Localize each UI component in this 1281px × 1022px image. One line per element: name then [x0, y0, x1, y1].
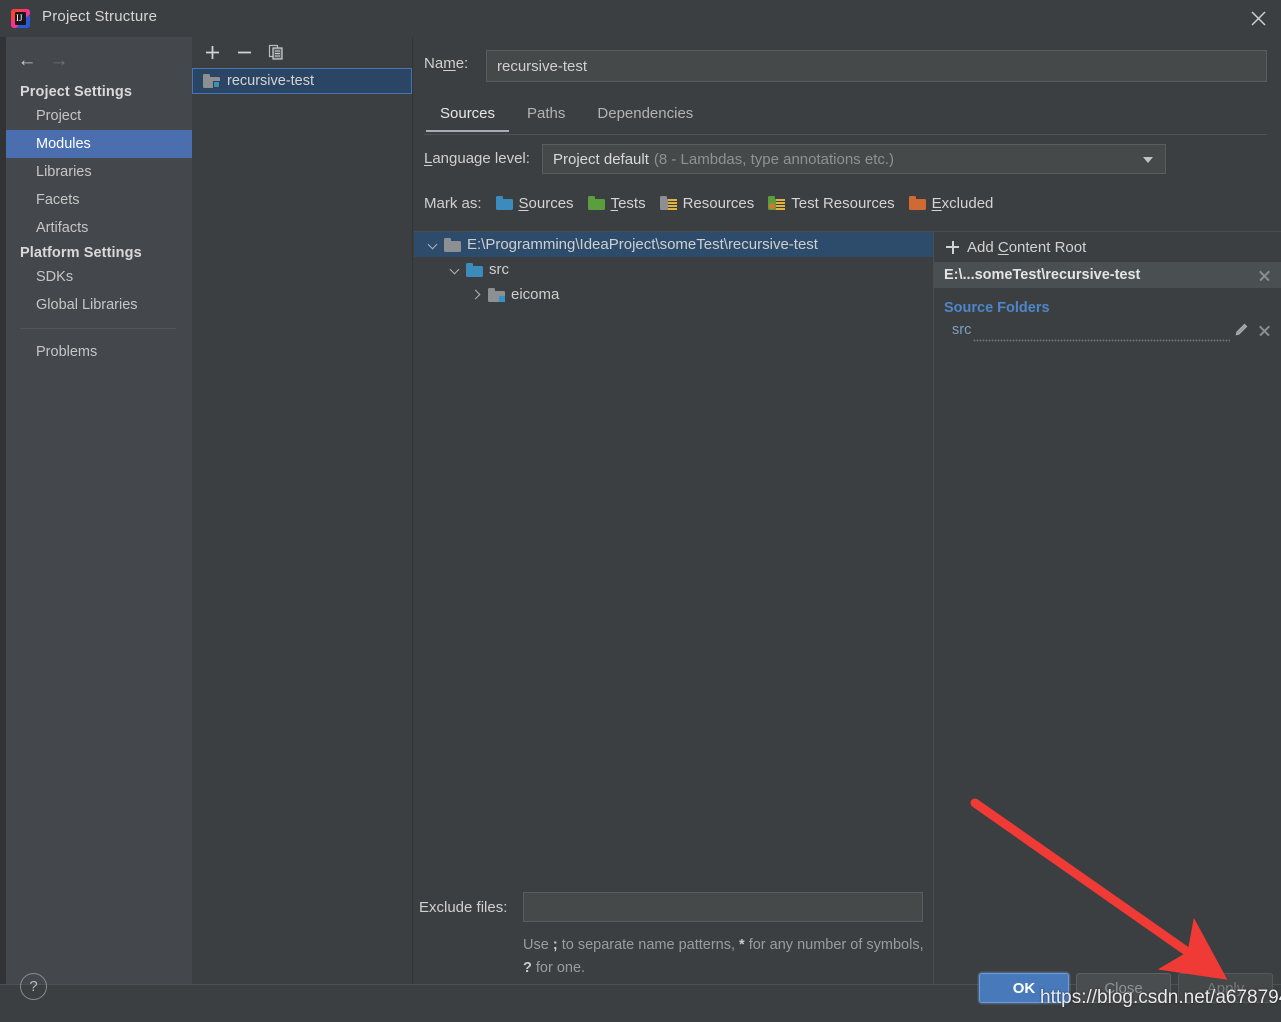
editor-tabs: Sources Paths Dependencies	[424, 103, 1267, 135]
chevron-right-icon[interactable]	[470, 288, 484, 302]
folder-tests-icon	[587, 196, 605, 210]
plus-icon[interactable]	[198, 38, 226, 66]
arrow-left-icon[interactable]: ←	[12, 47, 42, 73]
folder-resources-icon	[659, 196, 677, 210]
sidebar-item-problems[interactable]: Problems	[6, 338, 192, 366]
sidebar-section-project-settings: Project Settings	[20, 84, 132, 100]
sidebar-item-artifacts[interactable]: Artifacts	[6, 214, 192, 242]
chevron-down-icon[interactable]	[448, 263, 462, 277]
sidebar-item-project[interactable]: Project	[6, 102, 192, 130]
modules-toolbar	[192, 37, 412, 67]
folder-content-root-icon	[444, 237, 461, 252]
intellij-idea-logo: IJ	[11, 9, 30, 28]
folder-package-icon	[488, 287, 505, 302]
project-structure-dialog: IJ Project Structure ← → Project Setting…	[0, 0, 1281, 1022]
module-editor: Name: recursive-test Sources Paths Depen…	[414, 37, 1281, 984]
mark-as-test-resources-button[interactable]: Test Resources	[768, 194, 895, 212]
tree-row[interactable]: E:\Programming\IdeaProject\someTest\recu…	[414, 232, 933, 257]
language-level-detail: (8 - Lambdas, type annotations etc.)	[653, 150, 895, 168]
language-level-label: Language level:	[424, 150, 530, 167]
mark-as-label: Mark as:	[424, 194, 482, 212]
exclude-files-hint: Use ; to separate name patterns, * for a…	[523, 934, 933, 980]
title-bar: IJ Project Structure	[0, 0, 1281, 37]
chevron-down-icon	[1143, 157, 1153, 163]
copy-icon[interactable]	[262, 38, 290, 66]
module-item-label: recursive-test	[227, 73, 315, 89]
dotted-leader	[973, 332, 1230, 342]
mark-as-test-resources-label: Test Resources	[791, 194, 895, 212]
name-input[interactable]: recursive-test	[486, 50, 1267, 82]
mark-as-row: Mark as: Sources Tests Resources Test Re…	[414, 187, 1281, 219]
sidebar-item-sdks[interactable]: SDKs	[6, 263, 192, 291]
tree-row-label: src	[489, 261, 509, 278]
language-level-select[interactable]: Project default (8 - Lambdas, type annot…	[542, 144, 1166, 174]
folder-sources-icon	[495, 196, 513, 210]
source-folder-label: src	[952, 322, 972, 338]
plus-icon	[946, 240, 959, 254]
source-folders-title: Source Folders	[944, 300, 1050, 316]
settings-sidebar: ← → Project Settings Project Modules Lib…	[6, 37, 192, 984]
page-title: Project Structure	[42, 8, 158, 25]
folder-test-resources-icon	[768, 196, 786, 210]
minus-icon[interactable]	[230, 38, 258, 66]
close-icon[interactable]	[1258, 269, 1271, 282]
sidebar-item-facets[interactable]: Facets	[6, 186, 192, 214]
mark-as-resources-label: Resources	[682, 194, 755, 212]
name-input-value: recursive-test	[497, 57, 588, 75]
content-root-header: E:\...someTest\recursive-test	[934, 262, 1281, 288]
language-level-value: Project default	[553, 150, 649, 168]
tree-row-label: eicoma	[511, 286, 560, 303]
modules-list: recursive-test	[192, 68, 412, 984]
exclude-files-input[interactable]	[523, 892, 923, 922]
mark-as-resources-button[interactable]: Resources	[659, 194, 755, 212]
content-roots-tree[interactable]: E:\Programming\IdeaProject\someTest\recu…	[414, 231, 933, 869]
arrow-right-icon[interactable]: →	[44, 47, 74, 73]
mark-as-sources-button[interactable]: Sources	[495, 195, 574, 212]
sidebar-item-libraries[interactable]: Libraries	[6, 158, 192, 186]
watermark-text: https://blog.csdn.net/a67879431	[1040, 987, 1281, 1008]
content-root-label: E:\...someTest\recursive-test	[944, 267, 1141, 283]
help-circle-icon[interactable]: ?	[20, 973, 47, 1000]
name-label: Name:	[424, 55, 469, 72]
hint-text-3: for any number of symbols,	[744, 937, 924, 953]
mark-as-excluded-button[interactable]: Excluded	[908, 195, 993, 212]
sidebar-item-global-libraries[interactable]: Global Libraries	[6, 291, 192, 319]
nav-arrows: ← →	[6, 44, 192, 78]
folder-source-icon	[466, 262, 483, 277]
add-content-root-button[interactable]: Add Content Root	[934, 232, 1281, 262]
module-list-item-recursive-test[interactable]: recursive-test	[192, 68, 412, 94]
name-row: Name: recursive-test	[414, 46, 1281, 82]
module-folder-icon	[203, 74, 220, 88]
tree-row[interactable]: src	[414, 257, 933, 282]
exclude-files-label: Exclude files:	[419, 899, 508, 916]
hint-text-2: to separate name patterns,	[557, 937, 740, 953]
source-folder-row[interactable]: src	[934, 318, 1281, 342]
tree-row-label: E:\Programming\IdeaProject\someTest\recu…	[467, 236, 818, 253]
chevron-down-icon[interactable]	[426, 238, 440, 252]
close-icon[interactable]	[1235, 0, 1281, 37]
language-level-row: Language level: Project default (8 - Lam…	[414, 142, 1281, 176]
exclude-files-row: Exclude files:	[414, 890, 933, 926]
folder-excluded-icon	[908, 196, 926, 210]
hint-text-4: for one.	[531, 960, 586, 976]
pencil-icon[interactable]	[1234, 323, 1248, 337]
tree-row[interactable]: eicoma	[414, 282, 933, 307]
mark-as-tests-button[interactable]: Tests	[587, 195, 646, 212]
sidebar-divider	[20, 328, 176, 329]
tab-paths[interactable]: Paths	[511, 103, 581, 131]
close-icon[interactable]	[1258, 324, 1271, 337]
tab-dependencies[interactable]: Dependencies	[581, 103, 709, 131]
hint-question: ?	[523, 960, 532, 976]
hint-text-1: Use	[523, 937, 553, 953]
content-root-details-panel: Add Content Root E:\...someTest\recursiv…	[933, 231, 1281, 984]
tab-sources[interactable]: Sources	[424, 103, 511, 132]
sidebar-section-platform-settings: Platform Settings	[20, 245, 142, 261]
modules-pane: recursive-test	[192, 37, 413, 984]
sidebar-item-modules[interactable]: Modules	[6, 130, 192, 158]
help-label: ?	[29, 978, 38, 995]
